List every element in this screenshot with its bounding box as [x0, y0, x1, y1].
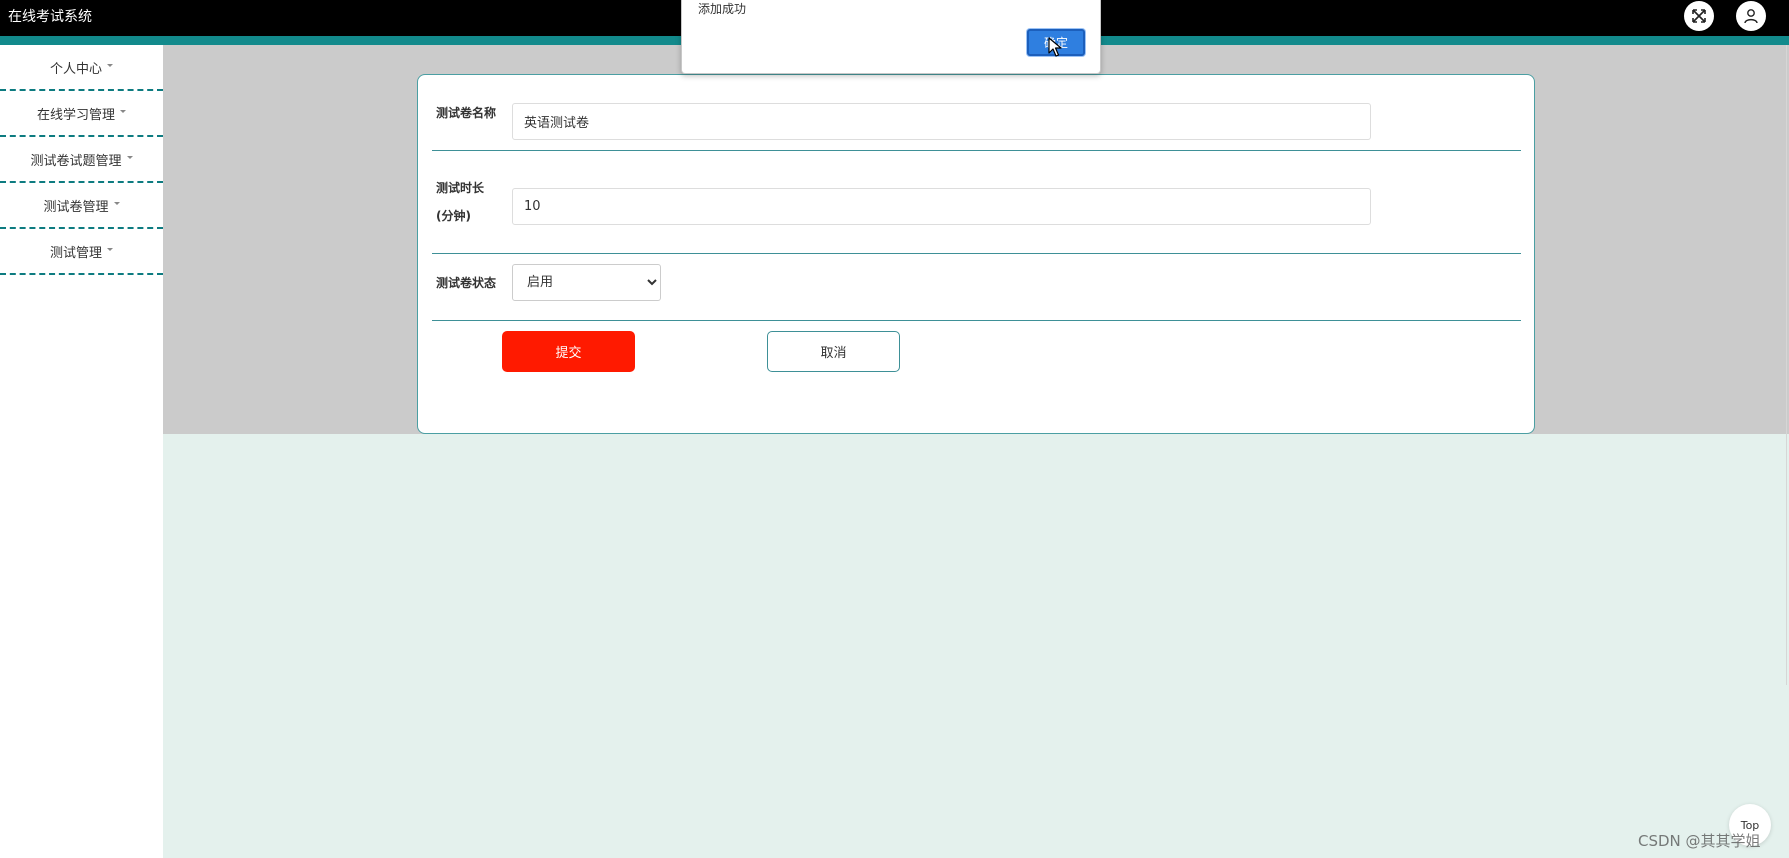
success-alert-dialog: 添加成功 确定 [681, 0, 1101, 74]
sidebar-item-question-management[interactable]: 测试卷试题管理 [0, 137, 163, 183]
paper-status-select[interactable]: 启用 [512, 264, 661, 301]
sidebar-item-test-management[interactable]: 测试管理 [0, 229, 163, 275]
sidebar-item-paper-management[interactable]: 测试卷管理 [0, 183, 163, 229]
caret-down-icon [126, 156, 133, 159]
sidebar-item-personal-center[interactable]: 个人中心 [0, 45, 163, 91]
paper-name-input[interactable] [512, 103, 1371, 140]
form-row-status: 测试卷状态 启用 [432, 254, 1521, 321]
sidebar-item-online-learning[interactable]: 在线学习管理 [0, 91, 163, 137]
user-menu-button[interactable] [1736, 1, 1766, 31]
paper-status-label: 测试卷状态 [436, 276, 497, 290]
scroll-edge [1786, 45, 1787, 685]
cancel-button[interactable]: 取消 [767, 331, 900, 372]
user-icon [1744, 9, 1758, 24]
caret-down-icon [107, 64, 113, 67]
paper-name-label: 测试卷名称 [436, 106, 497, 120]
app-title: 在线考试系统 [8, 9, 92, 25]
caret-down-icon [113, 202, 120, 205]
alert-ok-button[interactable]: 确定 [1027, 29, 1085, 56]
duration-label: 测试时长 [436, 181, 485, 195]
expand-arrows-icon [1692, 9, 1706, 23]
sidebar-item-label: 测试卷管理 [43, 199, 109, 215]
sidebar: 个人中心 在线学习管理 测试卷试题管理 测试卷管理 测试管理 [0, 45, 163, 858]
caret-down-icon [107, 248, 113, 251]
duration-input[interactable] [512, 188, 1371, 225]
sidebar-item-label: 测试卷试题管理 [30, 153, 122, 169]
submit-button[interactable]: 提交 [502, 331, 635, 372]
fullscreen-button[interactable] [1684, 1, 1714, 31]
duration-unit-label: (分钟) [436, 209, 471, 223]
sidebar-item-label: 在线学习管理 [36, 107, 115, 123]
add-paper-form: 测试卷名称 测试时长 (分钟) 测试卷状态 启用 提交 取消 [417, 74, 1535, 434]
form-row-name: 测试卷名称 [432, 75, 1521, 151]
form-row-duration: 测试时长 (分钟) [432, 151, 1521, 254]
sidebar-item-label: 个人中心 [49, 61, 102, 77]
sidebar-item-label: 测试管理 [49, 245, 102, 261]
caret-down-icon [120, 110, 126, 113]
alert-message: 添加成功 [698, 2, 747, 16]
watermark: CSDN @其其学姐 [1638, 832, 1761, 850]
